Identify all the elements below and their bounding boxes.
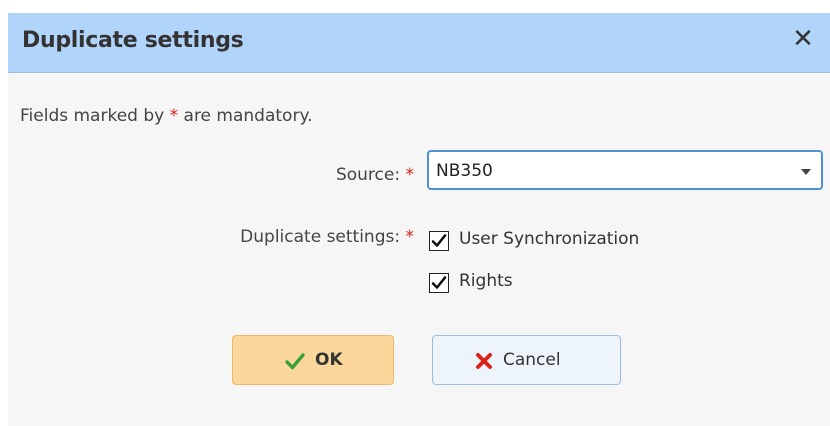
checkmark-icon <box>431 234 447 247</box>
checkmark-icon <box>431 276 447 289</box>
duplicate-settings-dialog: Duplicate settings ✕ Fields marked by * … <box>8 13 830 426</box>
note-prefix: Fields marked by <box>20 106 170 126</box>
chevron-down-icon[interactable] <box>801 169 811 175</box>
rights-checkbox[interactable] <box>429 273 449 293</box>
source-select[interactable]: NB350 <box>427 150 823 190</box>
cancel-button-label: Cancel <box>503 350 561 370</box>
checkmark-icon <box>285 353 305 370</box>
user-synchronization-label[interactable]: User Synchronization <box>459 229 639 249</box>
source-select-value: NB350 <box>436 161 493 181</box>
rights-label[interactable]: Rights <box>459 271 513 291</box>
dialog-title: Duplicate settings <box>22 28 244 53</box>
duplicate-label-group: Duplicate settings: * <box>240 227 414 247</box>
mandatory-note: Fields marked by * are mandatory. <box>20 106 312 126</box>
close-icon[interactable]: ✕ <box>788 24 818 54</box>
dialog-titlebar: Duplicate settings ✕ <box>8 13 830 73</box>
cancel-button[interactable]: Cancel <box>432 335 621 385</box>
note-asterisk: * <box>169 106 179 126</box>
source-required-asterisk: * <box>405 165 415 185</box>
x-mark-icon <box>476 353 492 369</box>
ok-button[interactable]: OK <box>232 335 394 385</box>
user-synchronization-checkbox[interactable] <box>429 231 449 251</box>
source-label-group: Source: * <box>336 165 414 185</box>
duplicate-required-asterisk: * <box>405 227 415 247</box>
note-suffix: are mandatory. <box>178 106 313 126</box>
source-label: Source: <box>335 165 401 185</box>
duplicate-settings-label: Duplicate settings: <box>240 227 401 247</box>
ok-button-label: OK <box>315 350 343 370</box>
